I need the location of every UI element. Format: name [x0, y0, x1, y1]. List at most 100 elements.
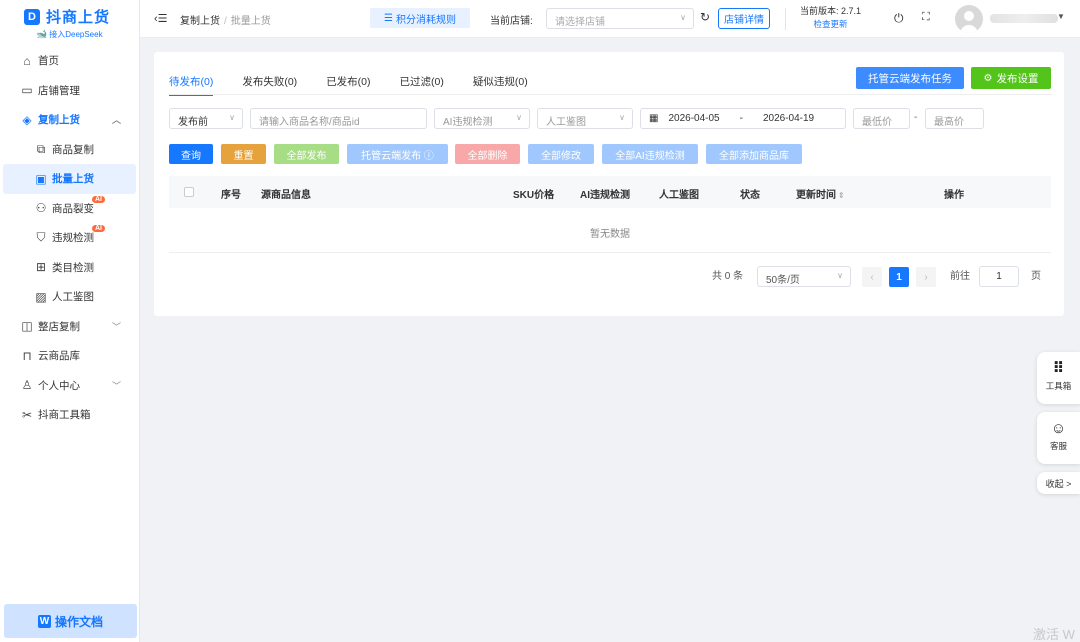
- sidebar-item-product-copy[interactable]: ⧉ 商品复制: [0, 135, 139, 165]
- sidebar-item-cloud-store[interactable]: ⊓ 云商品库: [0, 341, 139, 371]
- sidebar-item-toolbox[interactable]: ✂ 抖商工具箱: [0, 400, 139, 430]
- publish-settings-button[interactable]: ⚙ 发布设置: [971, 67, 1051, 89]
- ai-check-select[interactable]: AI违规检测 ∨: [434, 108, 530, 129]
- query-button[interactable]: 查询: [169, 144, 213, 164]
- delete-all-button[interactable]: 全部删除: [455, 144, 520, 164]
- doc-icon: W: [37, 614, 51, 628]
- box-icon: ◈: [22, 112, 32, 127]
- column-header: SKU价格: [513, 190, 555, 201]
- breadcrumb-item[interactable]: 复制上货: [180, 16, 220, 27]
- tab-published[interactable]: 已发布(0): [326, 74, 370, 96]
- sidebar-item-category-check[interactable]: ⊞ 类目检测: [0, 253, 139, 283]
- store-select[interactable]: 请选择店铺 ∨: [546, 8, 694, 29]
- sort-icon: ⇕: [838, 191, 845, 200]
- sidebar-item-violation-check[interactable]: ⛉ 违规检测 AI: [0, 223, 139, 253]
- page-size-select[interactable]: 50条/页 ∨: [757, 266, 851, 287]
- caret-down-icon[interactable]: ▼: [1057, 12, 1065, 21]
- chevron-down-icon: ﹀: [111, 321, 121, 332]
- ai-check-all-button[interactable]: 全部AI违规检测: [602, 144, 698, 164]
- publish-status-select[interactable]: 发布前 ∨: [169, 108, 243, 129]
- chevron-down-icon: ∨: [516, 113, 522, 122]
- user-name-blurred[interactable]: [990, 14, 1058, 23]
- collapse-menu-icon[interactable]: ‹☰: [154, 12, 168, 25]
- chevron-down-icon: ∨: [619, 113, 625, 122]
- max-price-input[interactable]: 最高价: [925, 108, 984, 129]
- date-range-picker[interactable]: ▦ 2026-04-05 - 2026-04-19: [640, 108, 846, 129]
- chevron-down-icon: ∨: [229, 113, 235, 122]
- tab-failed[interactable]: 发布失败(0): [242, 74, 297, 96]
- next-page-button[interactable]: ›: [916, 267, 936, 287]
- fission-icon: ⚇: [35, 201, 47, 216]
- tab-filtered[interactable]: 已过滤(0): [400, 74, 444, 96]
- column-header: 操作: [944, 190, 964, 201]
- manual-check-select[interactable]: 人工鉴图 ∨: [537, 108, 633, 129]
- goto-label: 前往: [950, 271, 970, 282]
- ai-badge: AI: [92, 225, 105, 232]
- add-all-to-library-button[interactable]: 全部添加商品库: [706, 144, 802, 164]
- user-icon: ♙: [21, 378, 33, 393]
- status-tabs: 待发布(0) 发布失败(0) 已发布(0) 已过滤(0) 疑似违规(0): [169, 74, 557, 96]
- column-header: 源商品信息: [261, 190, 311, 201]
- sidebar-item-copy-upload[interactable]: ◈ 复制上货 ︿: [0, 105, 139, 135]
- select-all-checkbox[interactable]: [184, 187, 194, 197]
- database-icon: ☰: [384, 12, 393, 24]
- chevron-down-icon: ﹀: [111, 380, 121, 391]
- toolbox-float-button[interactable]: ⠿ 工具箱: [1037, 352, 1080, 404]
- sidebar-item-shop-copy[interactable]: ◫ 整店复制 ﹀: [0, 312, 139, 342]
- cloud-store-icon: ⊓: [22, 348, 32, 363]
- store-detail-button[interactable]: 店铺详情: [718, 8, 770, 29]
- publish-all-button[interactable]: 全部发布: [274, 144, 339, 164]
- refresh-icon[interactable]: ↻: [700, 10, 710, 24]
- tab-suspected-violation[interactable]: 疑似违规(0): [473, 74, 528, 96]
- sidebar-item-batch-upload[interactable]: ▣ 批量上货: [3, 164, 136, 194]
- store-icon: ▭: [21, 83, 33, 98]
- main-card: 待发布(0) 发布失败(0) 已发布(0) 已过滤(0) 疑似违规(0) 托管云…: [154, 52, 1064, 316]
- ai-badge: AI: [92, 195, 105, 203]
- sidebar-item-product-fission[interactable]: ⚇ 商品裂变 AI: [0, 194, 139, 224]
- logo-mark: D: [24, 8, 40, 25]
- home-icon: ⌂: [23, 53, 31, 68]
- modify-all-button[interactable]: 全部修改: [528, 144, 594, 164]
- sidebar-item-home[interactable]: ⌂ 首页: [0, 46, 139, 76]
- docs-button[interactable]: W 操作文档: [4, 604, 137, 638]
- chevron-down-icon: ∨: [680, 13, 686, 22]
- app-logo[interactable]: D 抖商上货 🐋 接入DeepSeek: [0, 0, 139, 46]
- gear-icon: ⚙: [983, 72, 993, 84]
- page-number-current[interactable]: 1: [889, 267, 909, 287]
- version-label: 当前版本: 2.7.1: [800, 6, 862, 16]
- column-header-sortable[interactable]: 更新时间 ⇕: [796, 186, 845, 201]
- search-input[interactable]: 请输入商品名称/商品id: [250, 108, 427, 129]
- customer-service-float-button[interactable]: ☺ 客服: [1037, 412, 1080, 464]
- sidebar-item-store-management[interactable]: ▭ 店铺管理: [0, 76, 139, 106]
- collapse-tools-button[interactable]: 收起 >: [1037, 472, 1080, 494]
- cloud-publish-button[interactable]: 托管云端发布 ⓘ: [347, 144, 448, 164]
- tab-pending[interactable]: 待发布(0): [169, 74, 214, 96]
- whale-icon: 🐋: [36, 29, 48, 39]
- chevron-down-icon: ∨: [837, 271, 843, 280]
- fullscreen-icon[interactable]: ⛶: [922, 11, 930, 24]
- goto-page-input[interactable]: 1: [979, 266, 1019, 287]
- check-update-link[interactable]: 检查更新: [800, 18, 861, 31]
- date-start: 2026-04-05: [668, 113, 720, 124]
- chevron-up-icon: ︿: [111, 115, 121, 126]
- points-rule-button[interactable]: ☰ 积分消耗规则: [370, 8, 470, 28]
- sidebar-item-personal-center[interactable]: ♙ 个人中心 ﹀: [0, 371, 139, 401]
- column-header: 序号: [221, 190, 241, 201]
- shop-copy-icon: ◫: [21, 319, 33, 334]
- prev-page-button[interactable]: ‹: [862, 267, 882, 287]
- breadcrumb: 复制上货 / 批量上货: [180, 16, 271, 27]
- cloud-publish-task-button[interactable]: 托管云端发布任务: [856, 67, 964, 89]
- sidebar-item-manual-image-check[interactable]: ▨ 人工鉴图: [0, 282, 139, 312]
- batch-icon: ▣: [35, 171, 47, 186]
- min-price-input[interactable]: 最低价: [853, 108, 910, 129]
- reset-button[interactable]: 重置: [221, 144, 266, 164]
- tools-icon: ✂: [21, 407, 33, 422]
- power-icon[interactable]: ⏻: [894, 11, 904, 26]
- avatar[interactable]: [955, 5, 983, 33]
- empty-state: 暂无数据: [169, 208, 1051, 253]
- activation-watermark: 激活 W: [1033, 627, 1075, 642]
- dots-grid-icon: ⠿: [1052, 360, 1065, 377]
- grid-icon: ⊞: [35, 260, 47, 275]
- total-count: 共 0 条: [712, 271, 744, 282]
- tagline: 🐋 接入DeepSeek: [36, 29, 103, 39]
